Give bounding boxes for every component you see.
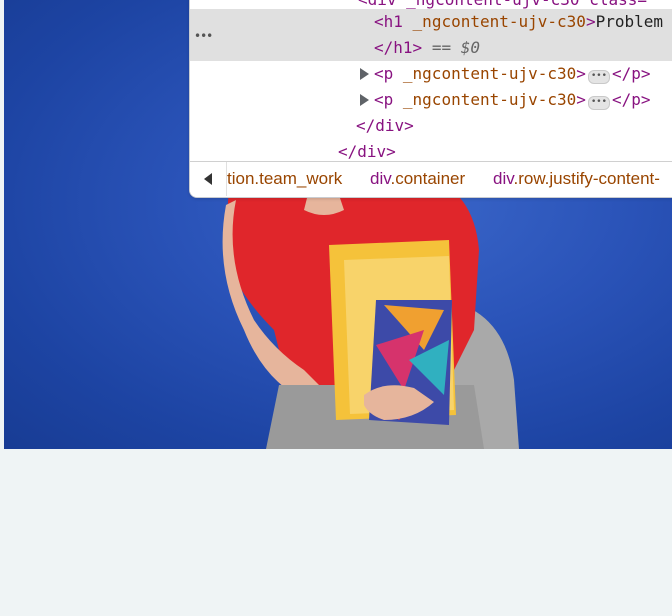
breadcrumb-tag: div [370, 169, 391, 188]
h1-close-bracket: > [585, 12, 596, 31]
partial-tag-text: <div _ngcontent-ujv-c30 class=" [358, 0, 657, 9]
p-open-tag: <p [374, 64, 394, 83]
p-close-tag: </p> [611, 64, 651, 83]
p-close-tag: </p> [611, 90, 651, 109]
breadcrumb-div-row[interactable]: div.row.justify-content- [493, 169, 660, 189]
collapsed-content-icon[interactable]: ••• [587, 96, 610, 110]
row-actions-icon[interactable]: ••• [194, 23, 213, 49]
dom-breadcrumb-bar: tion.team_work div.container div.row.jus… [190, 161, 672, 197]
p-open-tag: <p [374, 90, 394, 109]
expand-triangle-icon[interactable] [360, 94, 369, 106]
breadcrumb-class: .row.justify-content- [513, 169, 660, 188]
h1-close-tag: </h1> [374, 38, 423, 57]
div-close-tag: </div> [356, 116, 414, 135]
breadcrumb-section-team-work[interactable]: tion.team_work [227, 169, 342, 189]
p-close-bracket: > [576, 64, 586, 83]
selected-node-h1[interactable]: ••• <h1 _ngcontent-ujv-c30>Problem </h1>… [190, 9, 672, 61]
breadcrumb-tag: div [493, 169, 514, 188]
h1-text: Problem [595, 12, 664, 31]
devtools-elements-panel: <div _ngcontent-ujv-c30 class=" ••• <h1 … [189, 0, 672, 198]
expand-triangle-icon[interactable] [360, 68, 369, 80]
p-attribute: _ngcontent-ujv-c30 [402, 90, 577, 109]
breadcrumb-class: .container [390, 169, 466, 188]
h1-attribute: _ngcontent-ujv-c30 [412, 12, 586, 31]
h1-open-tag: <h1 [374, 12, 403, 31]
breadcrumb-div-container[interactable]: div.container [370, 169, 465, 189]
close-div-line-1[interactable]: </div> [190, 113, 672, 139]
p-attribute: _ngcontent-ujv-c30 [402, 64, 577, 83]
dollar-zero-ref: == $0 [431, 38, 480, 57]
p-node-1[interactable]: <p _ngcontent-ujv-c30> ••• </p> [190, 61, 672, 87]
breadcrumb-class: tion.team_work [227, 169, 343, 188]
chevron-left-icon [204, 173, 212, 185]
collapsed-content-icon[interactable]: ••• [587, 70, 610, 84]
p-node-2[interactable]: <p _ngcontent-ujv-c30> ••• </p> [190, 87, 672, 113]
p-close-bracket: > [576, 90, 586, 109]
breadcrumb-scroll-left-button[interactable] [190, 162, 227, 196]
